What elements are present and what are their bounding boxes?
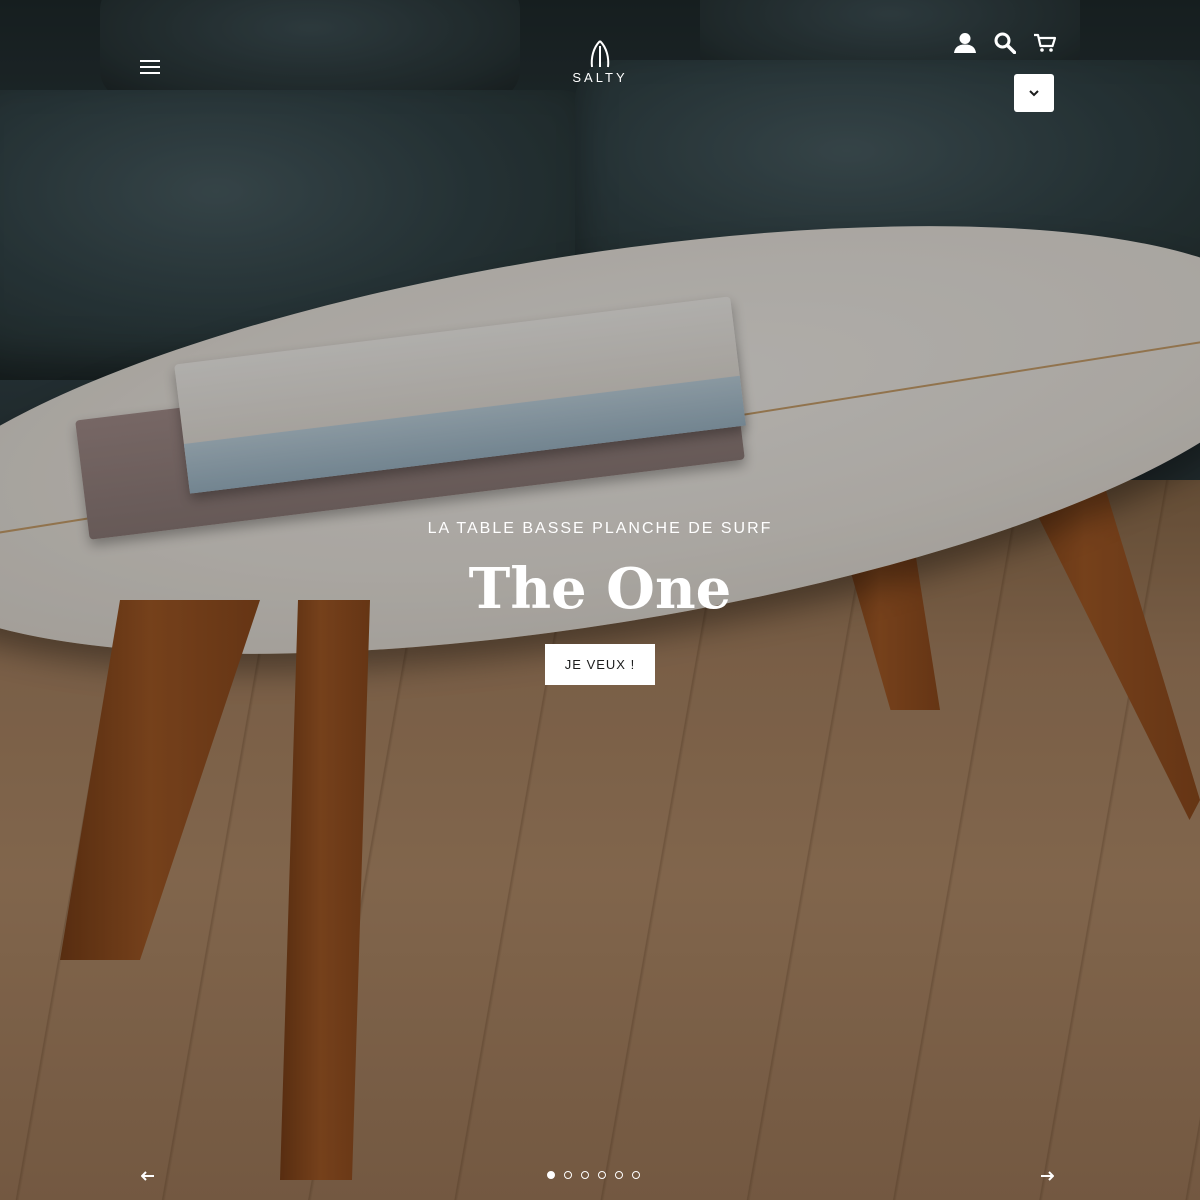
cart-icon bbox=[1034, 33, 1056, 52]
slide-dot[interactable] bbox=[581, 1171, 589, 1179]
logo-text: SALTY bbox=[572, 70, 628, 85]
search-icon bbox=[994, 32, 1016, 54]
search-button[interactable] bbox=[992, 30, 1018, 56]
slide-caption: LA TABLE BASSE PLANCHE DE SURF The One J… bbox=[0, 520, 1200, 685]
slide-dot[interactable] bbox=[598, 1171, 606, 1179]
slide-dot[interactable] bbox=[632, 1171, 640, 1179]
surfboard-logo-icon bbox=[590, 40, 610, 68]
hamburger-icon bbox=[140, 60, 160, 74]
next-slide-button[interactable] bbox=[1034, 1163, 1060, 1189]
site-logo[interactable]: SALTY bbox=[560, 40, 640, 88]
account-icon bbox=[954, 33, 976, 53]
cart-button[interactable] bbox=[1032, 30, 1058, 56]
arrow-right-icon bbox=[1041, 1171, 1054, 1181]
slide-cta-button[interactable]: JE VEUX ! bbox=[544, 644, 656, 685]
previous-slide-button[interactable] bbox=[135, 1163, 161, 1189]
slide-heading: The One bbox=[468, 556, 732, 622]
menu-button[interactable] bbox=[136, 54, 164, 80]
slide-dot[interactable] bbox=[547, 1171, 555, 1179]
currency-selector[interactable] bbox=[1014, 74, 1054, 112]
slide-dot[interactable] bbox=[564, 1171, 572, 1179]
account-button[interactable] bbox=[952, 30, 978, 56]
slide-dot[interactable] bbox=[615, 1171, 623, 1179]
chevron-down-icon bbox=[1029, 89, 1039, 96]
arrow-left-icon bbox=[141, 1171, 154, 1181]
slide-subheading: LA TABLE BASSE PLANCHE DE SURF bbox=[427, 520, 773, 537]
header-icons bbox=[952, 30, 1062, 56]
slide-pagination bbox=[547, 1171, 640, 1179]
